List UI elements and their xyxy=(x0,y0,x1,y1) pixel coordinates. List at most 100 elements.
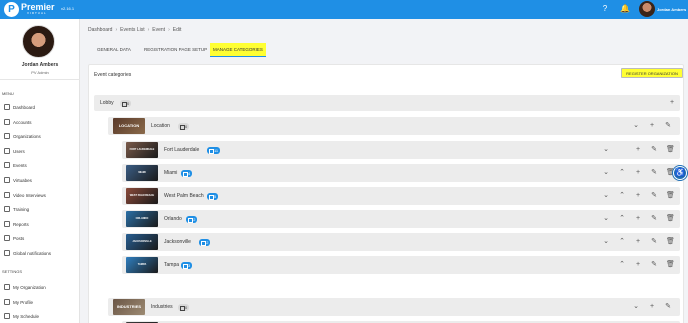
sidebar-item-label: My Profile xyxy=(13,299,34,305)
logo-icon[interactable]: P xyxy=(4,2,19,17)
sidebar-item-organizations[interactable]: Organizations xyxy=(4,132,78,142)
add-icon[interactable]: + xyxy=(634,192,642,200)
chevron-down-icon[interactable]: ⌄ xyxy=(632,122,640,130)
sidebar-item-label: Users xyxy=(13,148,25,154)
count-badge: 5 xyxy=(207,192,219,200)
sidebar-item-virtuabes[interactable]: Virtuabes xyxy=(4,176,78,186)
category-label: Location xyxy=(151,123,170,129)
category-row-fort-lauderdale[interactable]: FORT LAUDERDALE Fort Lauderdale 11 ⌄ + ✎ 🗑 xyxy=(122,141,680,159)
chevron-up-icon[interactable]: ⌃ xyxy=(618,192,626,200)
chevron-down-icon[interactable]: ⌄ xyxy=(602,192,610,200)
add-icon[interactable]: + xyxy=(634,261,642,269)
sidebar-item-label: Video Interviews xyxy=(13,192,46,198)
sidebar-item-label: Accounts xyxy=(13,119,32,125)
sidebar-item-dashboard[interactable]: Dashboard xyxy=(4,103,78,113)
sidebar-item-accounts[interactable]: Accounts xyxy=(4,118,78,128)
sidebar-item-label: Training xyxy=(13,207,30,213)
chevron-down-icon[interactable]: ⌄ xyxy=(602,169,610,177)
category-row-industries[interactable]: INDUSTRIES Industries 0 ⌄ + ✎ xyxy=(108,298,680,316)
sidebar-item-my-schedule[interactable]: My Schedule xyxy=(4,312,78,322)
sidebar-item-my-organization[interactable]: My Organization xyxy=(4,283,78,293)
sidebar-item-my-profile[interactable]: My Profile xyxy=(4,298,78,308)
category-row-orlando[interactable]: ORLANDO Orlando 2 ⌄ ⌃ + ✎ 🗑 xyxy=(122,210,680,228)
edit-icon[interactable]: ✎ xyxy=(664,303,672,311)
category-label: West Palm Beach xyxy=(164,193,204,199)
breadcrumb-item[interactable]: Dashboard xyxy=(88,27,112,33)
category-thumbnail: TAMPA xyxy=(126,257,158,273)
edit-icon[interactable]: ✎ xyxy=(650,261,658,269)
count-badge: 0 xyxy=(178,303,190,311)
count-badge: 4 xyxy=(181,169,193,177)
top-bar: P Premier VIRTUAL v2.16.1 ? 🔔 Jordan Amb… xyxy=(0,0,688,19)
category-row-miami[interactable]: MIAMI Miami 4 ⌄ ⌃ + ✎ 🗑 xyxy=(122,164,680,182)
category-row-west-palm-beach[interactable]: WEST PALM BEACH West Palm Beach 5 ⌄ ⌃ + ✎ 🗑 xyxy=(122,187,680,205)
bell-icon[interactable]: 🔔 xyxy=(620,4,630,14)
sidebar-item-label: Dashboard xyxy=(13,105,36,110)
add-icon[interactable]: + xyxy=(648,303,656,311)
category-row-lobby[interactable]: Lobby 0 + xyxy=(94,95,680,111)
register-organization-button[interactable]: REGISTER ORGANIZATION xyxy=(621,68,683,78)
edit-icon[interactable]: ✎ xyxy=(650,169,658,177)
category-thumbnail: INDUSTRIES xyxy=(113,299,145,315)
chevron-up-icon[interactable]: ⌃ xyxy=(618,215,626,223)
avatar[interactable] xyxy=(639,1,655,17)
delete-icon[interactable]: 🗑 xyxy=(666,146,675,154)
profile-name: Jordan Ambers xyxy=(21,62,59,68)
category-row-tampa[interactable]: TAMPA Tampa 3 ⌃ + ✎ 🗑 xyxy=(122,256,680,274)
settings-heading: SETTINGS xyxy=(2,269,23,274)
sidebar-item-training[interactable]: Training xyxy=(4,205,78,215)
menu-heading: MENU xyxy=(2,91,14,96)
chevron-up-icon[interactable]: ⌃ xyxy=(618,169,626,177)
user-name[interactable]: Jordan Ambers xyxy=(657,7,686,12)
add-icon[interactable]: + xyxy=(634,215,642,223)
sidebar-item-label: Reports xyxy=(13,221,29,227)
chevron-up-icon[interactable]: ⌃ xyxy=(618,261,626,269)
category-row-location[interactable]: LOCATION Location 0 ⌄ + ✎ xyxy=(108,117,680,135)
breadcrumb-item[interactable]: Events List xyxy=(120,27,144,33)
category-label: Jacksonville xyxy=(164,239,191,245)
accessibility-icon[interactable]: ♿ xyxy=(673,166,687,180)
card-title: Event categories xyxy=(94,72,132,78)
edit-icon[interactable]: ✎ xyxy=(650,238,658,246)
sidebar-item-video-interviews[interactable]: Video Interviews xyxy=(4,191,78,201)
sidebar-item-posts[interactable]: Posts xyxy=(4,234,78,244)
profile-role: PV Admin xyxy=(31,70,49,75)
edit-icon[interactable]: ✎ xyxy=(650,215,658,223)
count-badge: 2 xyxy=(186,215,198,223)
delete-icon[interactable]: 🗑 xyxy=(666,215,675,223)
sidebar-item-label: Organizations xyxy=(13,134,41,140)
delete-icon[interactable]: 🗑 xyxy=(666,238,675,246)
breadcrumb-item[interactable]: Event xyxy=(152,27,165,33)
edit-icon[interactable]: ✎ xyxy=(650,192,658,200)
edit-icon[interactable]: ✎ xyxy=(650,146,658,154)
sidebar-item-reports[interactable]: Reports xyxy=(4,220,78,230)
tab-registration-page-setup[interactable]: REGISTRATION PAGE SETUP xyxy=(144,43,207,57)
sidebar-item-events[interactable]: Events xyxy=(4,161,78,171)
chevron-down-icon[interactable]: ⌄ xyxy=(632,303,640,311)
chevron-up-icon[interactable]: ⌃ xyxy=(618,238,626,246)
chevron-down-icon[interactable]: ⌄ xyxy=(602,146,610,154)
edit-icon[interactable]: ✎ xyxy=(664,122,672,130)
add-icon[interactable]: + xyxy=(668,99,676,107)
add-icon[interactable]: + xyxy=(648,122,656,130)
chevron-down-icon[interactable]: ⌄ xyxy=(602,238,610,246)
breadcrumb-separator: › xyxy=(168,27,170,33)
delete-icon[interactable]: 🗑 xyxy=(666,261,675,269)
category-thumbnail: MIAMI xyxy=(126,165,158,181)
breadcrumb-item: Edit xyxy=(172,27,182,33)
category-label: Tampa xyxy=(164,262,180,268)
add-icon[interactable]: + xyxy=(634,238,642,246)
help-icon[interactable]: ? xyxy=(600,4,610,14)
sidebar-item-users[interactable]: Users xyxy=(4,147,78,157)
tab-manage-categories[interactable]: MANAGE CATEGORIES xyxy=(210,43,266,57)
sidebar-item-label: My Schedule xyxy=(13,314,40,320)
add-icon[interactable]: + xyxy=(634,146,642,154)
tab-general-data[interactable]: GENERAL DATA xyxy=(97,43,131,57)
sidebar: Jordan Ambers PV Admin MENU Dashboard Acc… xyxy=(0,19,80,323)
category-row-jacksonville[interactable]: JACKSONVILLE Jacksonville 2 ⌄ ⌃ + ✎ 🗑 xyxy=(122,233,680,251)
sidebar-item-global-notifications[interactable]: Global notifications xyxy=(4,249,78,259)
add-icon[interactable]: + xyxy=(634,169,642,177)
delete-icon[interactable]: 🗑 xyxy=(666,192,675,200)
sidebar-item-label: My Organization xyxy=(13,285,46,290)
chevron-down-icon[interactable]: ⌄ xyxy=(602,215,610,223)
